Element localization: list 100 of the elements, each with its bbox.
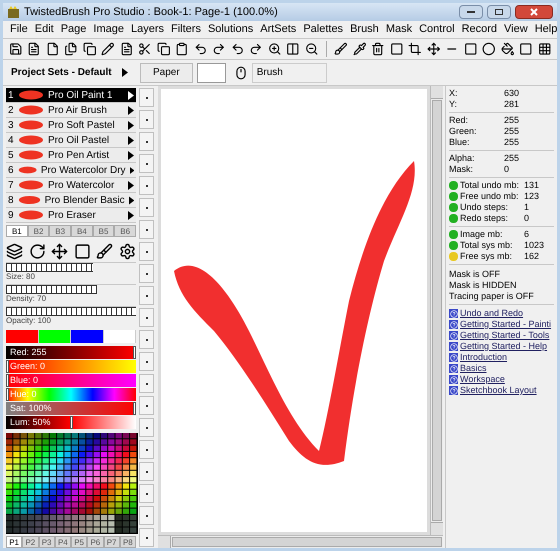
preset-list-item[interactable]: 7 Pro Watercolor (6, 178, 136, 193)
help-link[interactable]: Workspace (460, 372, 505, 386)
scissors-icon[interactable] (138, 42, 152, 56)
move-icon[interactable] (51, 242, 68, 260)
dot-button[interactable] (139, 374, 154, 393)
redo-icon[interactable] (212, 42, 226, 56)
menu-item[interactable]: Page (58, 21, 90, 38)
palette-tab[interactable]: P8 (120, 536, 136, 548)
undo-icon[interactable] (230, 42, 244, 56)
dot-button[interactable] (139, 220, 154, 239)
tick-slider[interactable] (6, 307, 136, 316)
brush-tab[interactable]: B5 (92, 225, 114, 237)
canvas-area[interactable] (158, 86, 443, 548)
preset-list-item[interactable]: 3 Pro Soft Pastel (6, 118, 136, 133)
menu-item[interactable]: View (501, 21, 531, 38)
fill-icon[interactable] (500, 42, 514, 56)
preset-list-item[interactable]: 9 Pro Eraser (6, 208, 136, 223)
pipette-icon[interactable] (352, 42, 366, 56)
brush-tab[interactable]: B6 (114, 225, 136, 237)
ellipse-icon[interactable] (482, 42, 496, 56)
move-icon[interactable] (426, 42, 440, 56)
menu-item[interactable]: Layers (128, 21, 168, 38)
dot-button[interactable] (139, 528, 154, 547)
dot-button[interactable] (139, 132, 154, 151)
palette-tab[interactable]: P4 (54, 536, 71, 548)
document-icon[interactable] (27, 42, 41, 56)
dot-button[interactable] (139, 198, 154, 217)
preset-list-item[interactable]: 1 Pro Oil Paint 1 (6, 88, 136, 103)
document-icon[interactable] (120, 42, 134, 56)
dot-button[interactable] (139, 176, 154, 195)
columns-icon[interactable] (286, 42, 300, 56)
dot-button[interactable] (139, 88, 154, 107)
crop-icon[interactable] (408, 42, 422, 56)
dot-button[interactable] (139, 506, 154, 525)
palette-tab[interactable]: P1 (6, 536, 22, 548)
color-swatch[interactable] (71, 330, 104, 343)
horizontal-scrollbar[interactable] (158, 535, 443, 548)
dot-button[interactable] (139, 396, 154, 415)
menu-item[interactable]: Brush (347, 21, 382, 38)
dot-button[interactable] (139, 462, 154, 481)
rotate-icon[interactable] (28, 242, 46, 260)
color-slider[interactable]: Red: 255 (6, 346, 136, 359)
save-icon[interactable] (8, 42, 22, 56)
paper-swatch[interactable] (196, 62, 226, 82)
brush-tab[interactable]: B3 (49, 225, 72, 237)
dot-button[interactable] (139, 286, 154, 305)
help-link[interactable]: Getting Started - Tools (460, 328, 550, 342)
menu-item[interactable]: Record (458, 21, 500, 38)
dot-button[interactable] (139, 484, 154, 503)
brush-tab[interactable]: B1 (6, 225, 28, 237)
zoom-in-icon[interactable] (268, 42, 282, 56)
rectangle-icon[interactable] (464, 42, 478, 56)
help-link[interactable]: Undo and Redo (460, 306, 524, 320)
brush-icon[interactable] (96, 242, 114, 260)
paper-button[interactable]: Paper (140, 62, 193, 82)
settings-icon[interactable] (118, 242, 136, 260)
menu-item[interactable]: ArtSets (257, 21, 300, 38)
palette-tab[interactable]: P5 (71, 536, 88, 548)
undo-icon[interactable] (194, 42, 208, 56)
palette-tab[interactable]: P2 (22, 536, 38, 548)
brush-icon[interactable] (334, 42, 348, 56)
dot-button[interactable] (139, 330, 154, 349)
redo-icon[interactable] (249, 42, 263, 56)
preset-list-item[interactable]: 2 Pro Air Brush (6, 103, 136, 118)
vertical-scrollbar[interactable] (430, 86, 443, 535)
pattern-icon[interactable] (538, 42, 552, 56)
color-swatch[interactable] (38, 330, 71, 343)
help-link[interactable]: Basics (460, 362, 487, 376)
menu-item[interactable]: Help (532, 21, 560, 38)
help-link[interactable]: Sketchbook Layout (460, 384, 537, 398)
brush-tab[interactable]: B2 (28, 225, 50, 237)
palette-tab[interactable]: P7 (104, 536, 120, 548)
square-icon[interactable] (74, 242, 91, 260)
zoom-out-icon[interactable] (304, 42, 318, 56)
dot-button[interactable] (139, 308, 154, 327)
clipboard-icon[interactable] (175, 42, 189, 56)
dot-button[interactable] (139, 110, 154, 129)
menu-item[interactable]: Filters (168, 21, 204, 38)
help-link[interactable]: Getting Started - Painti (460, 318, 552, 332)
brush-tab[interactable]: B4 (71, 225, 93, 237)
close-button[interactable] (515, 5, 553, 19)
menu-item[interactable]: Mask (382, 21, 416, 38)
layers-icon[interactable] (6, 242, 23, 260)
palette-tab[interactable]: P6 (87, 536, 104, 548)
project-sets-button[interactable]: Project Sets - Default (3, 62, 136, 84)
menu-item[interactable]: Edit (32, 21, 57, 38)
preset-list-item[interactable]: 6 Pro Watercolor Dry (6, 163, 136, 178)
menu-item[interactable]: Palettes (300, 21, 346, 38)
dot-button[interactable] (139, 242, 154, 261)
menu-item[interactable]: Image (90, 21, 127, 38)
preset-list-item[interactable]: 4 Pro Oil Pastel (6, 133, 136, 148)
dot-button[interactable] (139, 418, 154, 437)
pencil-icon[interactable] (101, 42, 115, 56)
menu-item[interactable]: Solutions (204, 21, 256, 38)
dot-button[interactable] (139, 264, 154, 283)
color-slider[interactable]: Sat: 100% (6, 402, 136, 415)
file-icon[interactable] (46, 42, 60, 56)
copy-icon[interactable] (82, 42, 96, 56)
color-slider[interactable]: Green: 0 (6, 360, 136, 373)
help-link[interactable]: Introduction (460, 350, 508, 364)
